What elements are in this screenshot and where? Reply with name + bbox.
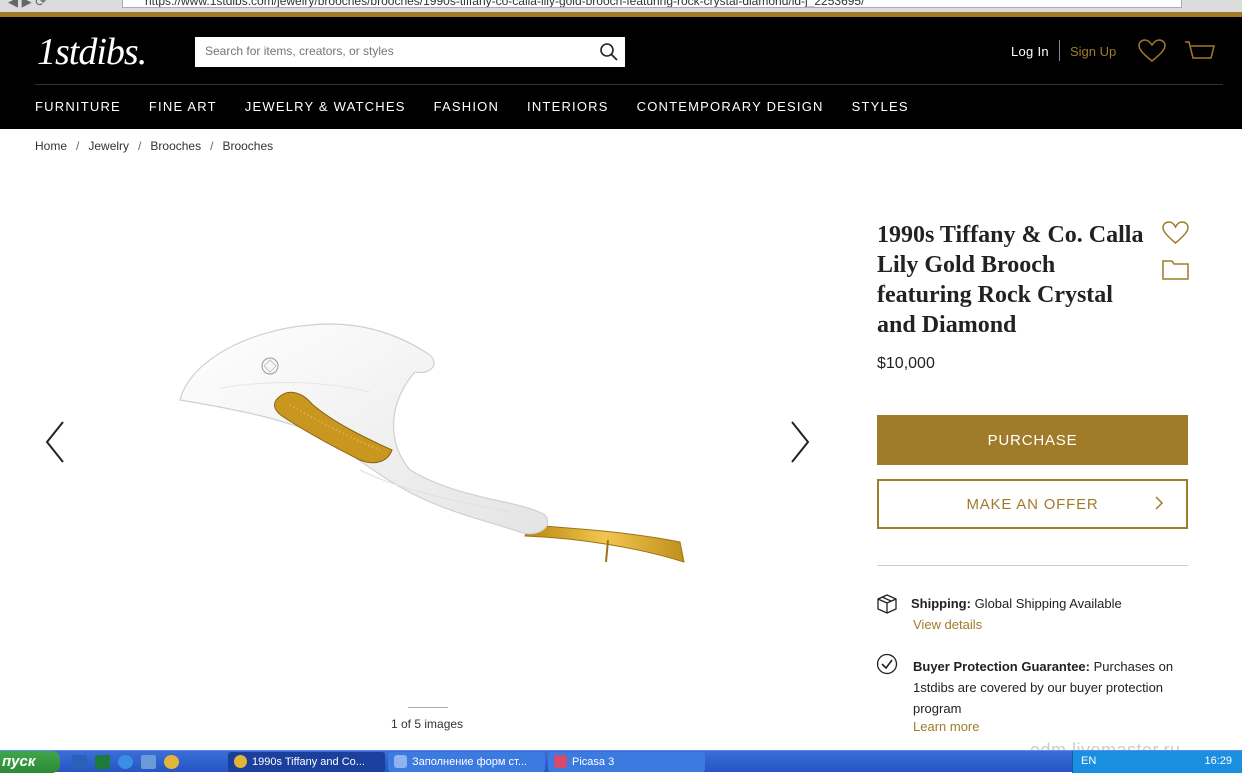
nav-item-jewelry-watches[interactable]: JEWELRY & WATCHES	[245, 99, 406, 114]
task-label: 1990s Tiffany and Co...	[252, 756, 365, 768]
taskbar-task-chrome[interactable]: 1990s Tiffany and Co...	[228, 752, 385, 772]
nav-item-fine-art[interactable]: FINE ART	[149, 99, 217, 114]
view-details-link[interactable]: View details	[913, 617, 982, 632]
breadcrumb: Home / Jewelry / Brooches / Brooches	[35, 139, 273, 153]
browser-nav-icons[interactable]: ◀ ▶ ⟳	[8, 0, 46, 10]
shipping-label: Shipping:	[911, 596, 971, 611]
login-link[interactable]: Log In	[1011, 44, 1049, 59]
browser-address-bar: ◀ ▶ ⟳ https://www.1stdibs.com/jewelry/br…	[0, 0, 1242, 12]
breadcrumb-brooches-sub[interactable]: Brooches	[222, 139, 273, 153]
chrome-icon[interactable]	[164, 755, 179, 769]
cart-icon[interactable]	[1184, 39, 1216, 68]
ie-icon[interactable]	[118, 755, 133, 769]
nav-item-fashion[interactable]: FASHION	[434, 99, 499, 114]
task-label: Заполнение форм ст...	[412, 756, 527, 768]
details-divider	[877, 565, 1188, 566]
site-header: 1stdibs. Log In Sign Up FURNITURE FINE A…	[0, 17, 1242, 129]
next-image-chevron-icon[interactable]	[789, 420, 811, 469]
breadcrumb-jewelry[interactable]: Jewelry	[88, 139, 129, 153]
make-offer-label: MAKE AN OFFER	[966, 495, 1099, 513]
system-tray: EN 16:29	[1072, 751, 1242, 773]
picasa-icon	[554, 755, 567, 768]
header-divider	[35, 84, 1223, 85]
header-separator	[1059, 40, 1060, 61]
nav-item-styles[interactable]: STYLES	[852, 99, 909, 114]
outlook-icon[interactable]	[141, 755, 156, 769]
prev-image-chevron-icon[interactable]	[44, 420, 66, 469]
signup-link[interactable]: Sign Up	[1070, 44, 1116, 59]
task-label: Picasa 3	[572, 756, 615, 768]
os-taskbar: пуск 1990s Tiffany and Co... Заполнение …	[0, 750, 1242, 773]
product-title: 1990s Tiffany & Co. Calla Lily Gold Broo…	[877, 222, 1144, 338]
learn-more-link[interactable]: Learn more	[913, 719, 979, 734]
taskbar-task-picasa[interactable]: Picasa 3	[548, 752, 705, 772]
favorite-heart-icon[interactable]	[1162, 221, 1189, 250]
purchase-button[interactable]: PURCHASE	[877, 415, 1188, 465]
window-icon	[394, 755, 407, 768]
heart-icon[interactable]	[1138, 39, 1166, 68]
main-nav: FURNITURE FINE ART JEWELRY & WATCHES FAS…	[35, 99, 909, 114]
nav-item-furniture[interactable]: FURNITURE	[35, 99, 121, 114]
chevron-right-icon	[1154, 495, 1164, 515]
word-icon[interactable]	[72, 755, 87, 769]
breadcrumb-separator: /	[138, 139, 142, 153]
folder-icon[interactable]	[1162, 258, 1189, 285]
make-offer-button[interactable]: MAKE AN OFFER	[877, 479, 1188, 529]
image-counter: 1 of 5 images	[391, 717, 464, 731]
search-icon[interactable]	[599, 42, 619, 67]
breadcrumb-home[interactable]: Home	[35, 139, 67, 153]
breadcrumb-brooches[interactable]: Brooches	[150, 139, 201, 153]
buyer-protection-info: Buyer Protection Guarantee: Purchases on…	[913, 656, 1188, 719]
search-input[interactable]	[205, 37, 585, 65]
breadcrumb-separator: /	[210, 139, 214, 153]
nav-item-interiors[interactable]: INTERIORS	[527, 99, 609, 114]
search-box[interactable]	[195, 37, 625, 67]
excel-icon[interactable]	[95, 755, 110, 769]
shipping-box-icon	[876, 594, 898, 619]
shipping-info: Shipping: Global Shipping Available	[911, 596, 1122, 611]
gallery-indicator-line	[408, 707, 448, 708]
start-button[interactable]: пуск	[0, 751, 60, 773]
clock: 16:29	[1204, 755, 1232, 767]
buyer-protection-label: Buyer Protection Guarantee:	[913, 659, 1090, 674]
url-field[interactable]: https://www.1stdibs.com/jewelry/brooches…	[122, 0, 1182, 8]
site-logo[interactable]: 1stdibs.	[37, 30, 147, 74]
language-indicator[interactable]: EN	[1081, 755, 1096, 767]
check-circle-icon	[876, 653, 898, 680]
taskbar-task-forms[interactable]: Заполнение форм ст...	[388, 752, 545, 772]
breadcrumb-separator: /	[76, 139, 80, 153]
chrome-icon	[234, 755, 247, 768]
product-image[interactable]	[160, 300, 700, 580]
product-price: $10,000	[877, 355, 935, 372]
shipping-text: Global Shipping Available	[974, 596, 1122, 611]
nav-item-contemporary-design[interactable]: CONTEMPORARY DESIGN	[637, 99, 824, 114]
